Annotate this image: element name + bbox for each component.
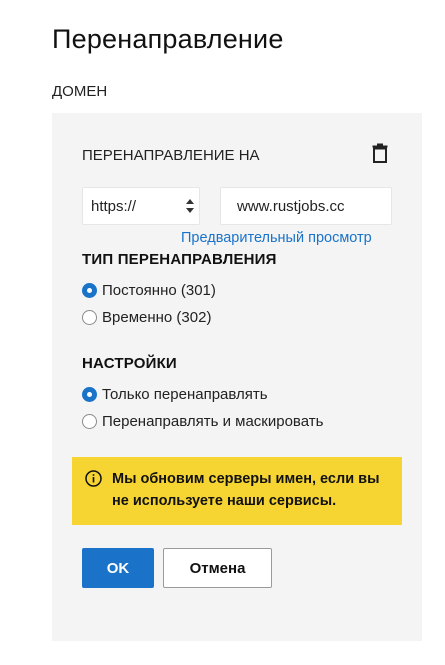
cancel-button[interactable]: Отмена [163, 548, 272, 588]
info-icon [85, 470, 102, 487]
radio-label: Только перенаправлять [102, 385, 268, 403]
radio-temporary-302[interactable]: Временно (302) [82, 307, 211, 327]
ok-button[interactable]: OK [82, 548, 154, 588]
protocol-select[interactable]: https:// [82, 187, 200, 225]
nameserver-notice: Мы обновим серверы имен, если вы не испо… [72, 457, 402, 525]
radio-redirect-and-mask[interactable]: Перенаправлять и маскировать [82, 411, 323, 431]
preview-link[interactable]: Предварительный просмотр [181, 230, 372, 246]
radio-label: Постоянно (301) [102, 281, 216, 299]
redirect-to-label: ПЕРЕНАПРАВЛЕНИЕ НА [82, 147, 260, 164]
redirect-type-title: ТИП ПЕРЕНАПРАВЛЕНИЯ [82, 251, 277, 268]
page-title: Перенаправление [52, 24, 284, 54]
radio-checked-icon[interactable] [82, 282, 97, 298]
domain-input[interactable] [220, 187, 392, 225]
redirect-panel: ПЕРЕНАПРАВЛЕНИЕ НА https:// Предваритель… [52, 113, 422, 641]
notice-text: Мы обновим серверы имен, если вы не испо… [112, 471, 380, 509]
trash-icon[interactable] [372, 143, 388, 163]
radio-checked-icon[interactable] [82, 386, 97, 402]
radio-unchecked-icon[interactable] [82, 309, 97, 325]
radio-permanent-301[interactable]: Постоянно (301) [82, 280, 216, 300]
settings-title: НАСТРОЙКИ [82, 355, 177, 372]
protocol-value: https:// [91, 198, 137, 215]
radio-label: Перенаправлять и маскировать [102, 412, 324, 430]
select-arrows-icon [185, 197, 195, 215]
radio-unchecked-icon[interactable] [82, 413, 97, 429]
radio-label: Временно (302) [102, 308, 212, 326]
radio-redirect-only[interactable]: Только перенаправлять [82, 384, 268, 404]
domain-label: ДОМЕН [52, 83, 108, 100]
